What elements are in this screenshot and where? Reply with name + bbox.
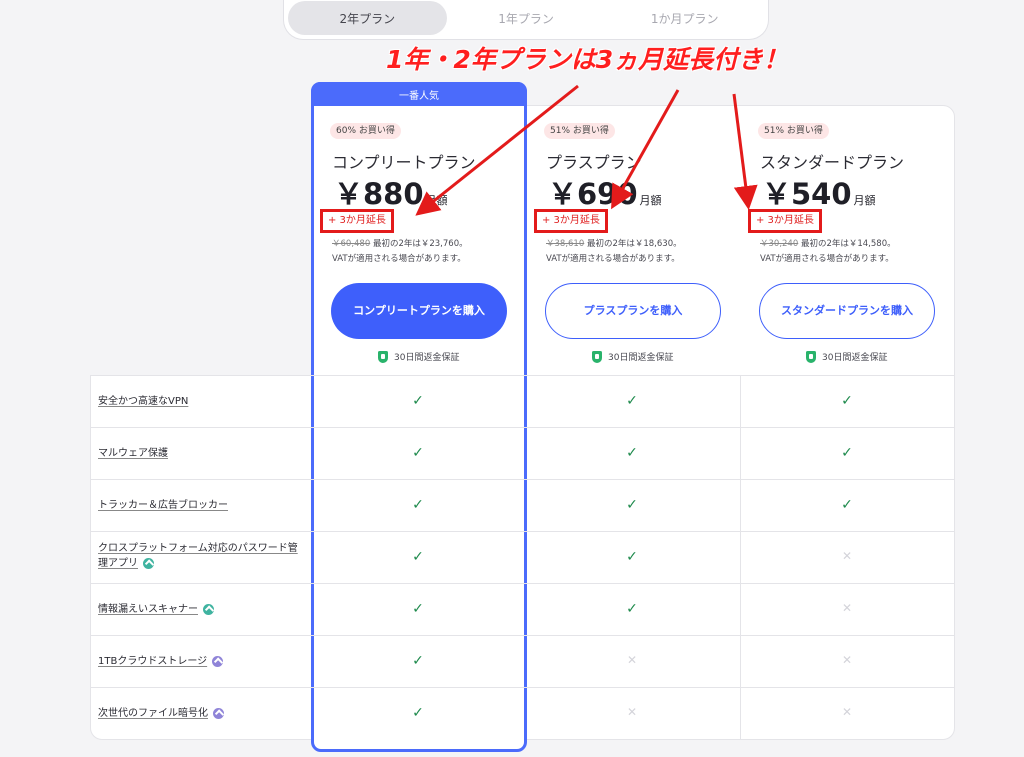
vat-note: VATが適用される場合があります。 [546, 254, 680, 264]
extension-label: + 3か月延長 [748, 209, 822, 233]
first-term-price: 最初の2年は￥14,580。 [798, 239, 896, 249]
money-back-guarantee: 30日間返金保証 [378, 350, 459, 363]
feature-label-text: 安全かつ高速なVPN [98, 396, 189, 407]
cross-icon: ✕ [841, 653, 853, 667]
guarantee-text: 30日間返金保証 [394, 353, 460, 363]
price-unit: 月額 [425, 194, 448, 207]
annotation-text: 1年・2年プランは3ヵ月延長付き！ [386, 45, 789, 74]
feature-row: 次世代のファイル暗号化 ✓ ✕ ✕ [90, 687, 955, 739]
feature-label-text: トラッカー＆広告ブロッカー [98, 500, 228, 511]
feature-label[interactable]: 1TBクラウドストレージ [98, 654, 308, 669]
pricing-table-left-blank [90, 105, 312, 375]
feature-label-text: 1TBクラウドストレージ [98, 656, 208, 667]
tab-1-year[interactable]: 1年プラン [447, 1, 606, 35]
check-icon: ✓ [626, 549, 638, 565]
original-price: ￥30,240 最初の2年は￥14,580。 [760, 237, 896, 249]
check-icon: ✓ [412, 393, 424, 409]
extension-label: + 3か月延長 [320, 209, 394, 233]
info-icon[interactable] [203, 603, 214, 615]
first-term-price: 最初の2年は￥18,630。 [584, 239, 682, 249]
plan-price: ￥690 月額 [548, 171, 662, 213]
buy-button[interactable]: プラスプランを 購入 [545, 283, 721, 339]
buy-button[interactable]: コンプリートプランを 購入 [331, 283, 507, 339]
money-back-guarantee: 30日間返金保証 [592, 350, 673, 363]
price-value: ￥690 [548, 177, 638, 211]
vat-note: VATが適用される場合があります。 [332, 254, 466, 264]
strikethrough-price: ￥30,240 [760, 239, 799, 249]
price-unit: 月額 [639, 194, 662, 207]
tab-1-month[interactable]: 1か月プラン [605, 1, 764, 35]
feature-row: トラッカー＆広告ブロッカー ✓ ✓ ✓ [90, 479, 955, 531]
discount-badge: 51% お買い得 [544, 123, 615, 139]
feature-label[interactable]: クロスプラットフォーム対応のパスワード管理アプリ [98, 541, 298, 571]
vat-note: VATが適用される場合があります。 [760, 254, 894, 264]
guarantee-text: 30日間返金保証 [608, 353, 674, 363]
feature-label[interactable]: 次世代のファイル暗号化 [98, 706, 308, 721]
feature-label[interactable]: 安全かつ高速なVPN [98, 394, 308, 409]
plan-price: ￥880 月額 [334, 171, 448, 213]
check-icon: ✓ [412, 549, 424, 565]
guarantee-text: 30日間返金保証 [822, 353, 888, 363]
cross-icon: ✕ [841, 705, 853, 719]
popular-label: 一番人気 [311, 82, 527, 106]
check-icon: ✓ [412, 445, 424, 461]
check-icon: ✓ [841, 393, 853, 409]
cross-icon: ✕ [626, 653, 638, 667]
price-value: ￥540 [762, 177, 852, 211]
plan-name: スタンダードプラン [760, 153, 905, 172]
info-icon[interactable] [212, 655, 224, 667]
price-value: ￥880 [334, 177, 424, 211]
cross-icon: ✕ [841, 549, 853, 563]
strikethrough-price: ￥38,610 [546, 239, 585, 249]
original-price: ￥38,610 最初の2年は￥18,630。 [546, 237, 682, 249]
price-unit: 月額 [853, 194, 876, 207]
info-icon[interactable] [143, 557, 154, 569]
shield-icon [592, 350, 602, 363]
discount-badge: 51% お買い得 [758, 123, 829, 139]
feature-label-text: クロスプラットフォーム対応のパスワード管理アプリ [98, 543, 298, 569]
money-back-guarantee: 30日間返金保証 [806, 350, 887, 363]
feature-row: 安全かつ高速なVPN ✓ ✓ ✓ [90, 375, 955, 427]
strikethrough-price: ￥60,480 [332, 239, 371, 249]
check-icon: ✓ [841, 497, 853, 513]
extension-label: + 3か月延長 [534, 209, 608, 233]
first-term-price: 最初の2年は￥23,760。 [370, 239, 468, 249]
tab-2-year[interactable]: 2年プラン [288, 1, 447, 35]
check-icon: ✓ [412, 497, 424, 513]
feature-label-text: マルウェア保護 [98, 448, 168, 459]
check-icon: ✓ [626, 497, 638, 513]
feature-label-text: 次世代のファイル暗号化 [98, 708, 208, 719]
check-icon: ✓ [412, 601, 424, 617]
cross-icon: ✕ [626, 705, 638, 719]
feature-row: マルウェア保護 ✓ ✓ ✓ [90, 427, 955, 479]
feature-row: クロスプラットフォーム対応のパスワード管理アプリ ✓ ✓ ✕ [90, 531, 955, 583]
plan-price: ￥540 月額 [762, 171, 876, 213]
check-icon: ✓ [626, 601, 638, 617]
plan-name: コンプリートプラン [332, 153, 476, 172]
buy-button[interactable]: スタンダードプランを 購入 [759, 283, 935, 339]
info-icon[interactable] [213, 707, 224, 719]
feature-label-text: 情報漏えいスキャナー [98, 604, 198, 615]
check-icon: ✓ [626, 393, 638, 409]
plan-duration-tabs: 2年プラン 1年プラン 1か月プラン [283, 0, 769, 40]
feature-row: 情報漏えいスキャナー ✓ ✓ ✕ [90, 583, 955, 635]
feature-row: 1TBクラウドストレージ ✓ ✕ ✕ [90, 635, 955, 687]
discount-badge: 60% お買い得 [330, 123, 401, 139]
check-icon: ✓ [626, 445, 638, 461]
feature-label[interactable]: トラッカー＆広告ブロッカー [98, 498, 308, 513]
feature-label[interactable]: マルウェア保護 [98, 446, 308, 461]
shield-icon [378, 350, 388, 363]
cross-icon: ✕ [841, 601, 853, 615]
check-icon: ✓ [841, 445, 853, 461]
original-price: ￥60,480 最初の2年は￥23,760。 [332, 237, 468, 249]
shield-icon [806, 350, 816, 363]
feature-label[interactable]: 情報漏えいスキャナー [98, 602, 308, 617]
check-icon: ✓ [412, 653, 424, 669]
check-icon: ✓ [412, 705, 424, 721]
plan-name: プラスプラン [546, 153, 642, 172]
